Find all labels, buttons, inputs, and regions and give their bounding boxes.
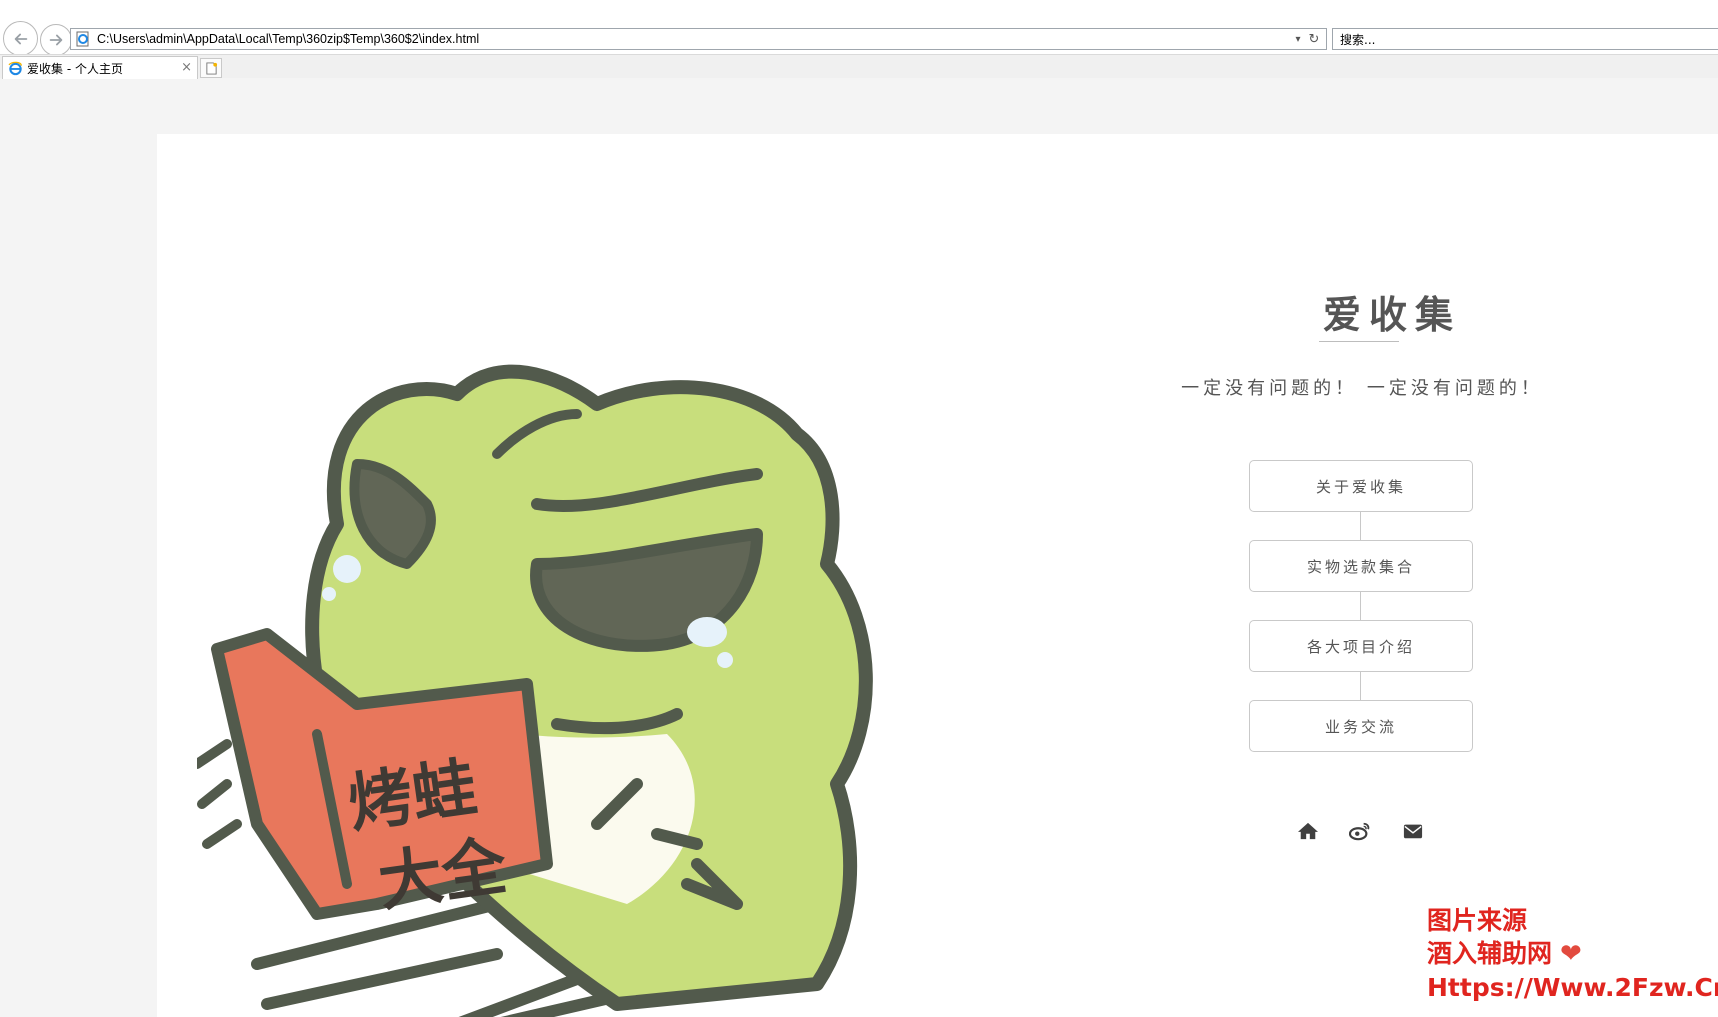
- watermark-line3: Https://Www.2Fzw.Cn: [1427, 973, 1718, 1002]
- tab-bar: 爱收集 - 个人主页 ×: [0, 54, 1718, 79]
- browser-chrome: C:\Users\admin\AppData\Local\Temp\360zip…: [0, 0, 1718, 79]
- mail-link[interactable]: [1400, 820, 1426, 842]
- watermark-line2: 酒入辅助网: [1427, 939, 1553, 968]
- page-content: 烤蛙 大全 爱收集 一定没有问题的！ 一定没有问题的！ 关于爱收集 实物选款集合…: [157, 134, 1718, 1017]
- tab-home[interactable]: 爱收集 - 个人主页 ×: [2, 56, 198, 79]
- close-icon[interactable]: ×: [181, 60, 192, 75]
- title-divider: [1319, 341, 1399, 342]
- new-tab-icon: [205, 61, 217, 75]
- page-title: 爱收集: [1322, 293, 1461, 337]
- about-button[interactable]: 关于爱收集: [1249, 460, 1473, 512]
- back-button[interactable]: [3, 21, 38, 56]
- projects-button[interactable]: 各大项目介绍: [1249, 620, 1473, 672]
- url-text: C:\Users\admin\AppData\Local\Temp\360zip…: [97, 32, 480, 46]
- business-contact-button[interactable]: 业务交流: [1249, 700, 1473, 752]
- tagline: 一定没有问题的！ 一定没有问题的！: [1181, 378, 1543, 399]
- frog-reading-illustration: 烤蛙 大全: [197, 364, 873, 1017]
- home-icon: [1298, 822, 1318, 840]
- weibo-icon: [1349, 822, 1370, 841]
- watermark: 图片来源 酒入辅助网 ❤ Https://Www.2Fzw.Cn: [1427, 904, 1718, 1004]
- forward-button[interactable]: [40, 24, 72, 56]
- home-link[interactable]: [1295, 820, 1321, 842]
- arrow-left-icon: [14, 33, 27, 44]
- mail-icon: [1403, 824, 1423, 839]
- page-icon: [76, 31, 89, 47]
- watermark-line2-row: 酒入辅助网 ❤: [1427, 937, 1718, 971]
- chevron-down-icon[interactable]: ▾: [1290, 34, 1306, 45]
- refresh-icon[interactable]: ↻: [1306, 32, 1322, 47]
- collection-button[interactable]: 实物选款集合: [1249, 540, 1473, 592]
- search-placeholder: 搜索...: [1340, 32, 1376, 47]
- new-tab-button[interactable]: [200, 58, 222, 78]
- arrow-right-icon: [49, 34, 63, 46]
- address-bar[interactable]: C:\Users\admin\AppData\Local\Temp\360zip…: [70, 28, 1327, 50]
- ie-logo-icon: [8, 61, 22, 75]
- tab-title: 爱收集 - 个人主页: [27, 61, 123, 76]
- weibo-link[interactable]: [1347, 820, 1373, 842]
- heart-icon: ❤: [1560, 939, 1582, 969]
- watermark-line1: 图片来源: [1427, 906, 1528, 935]
- search-input[interactable]: 搜索...: [1332, 28, 1718, 50]
